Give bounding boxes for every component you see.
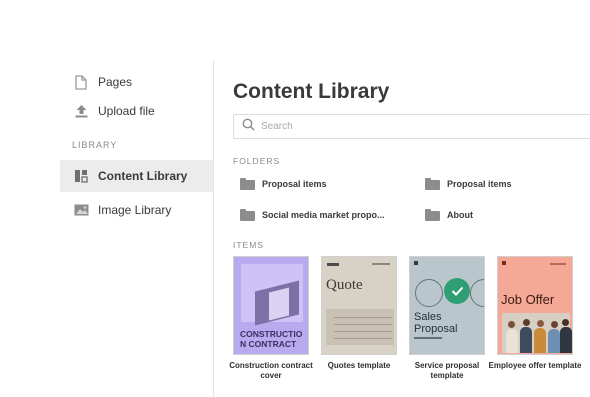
sidebar-item-upload-file[interactable]: Upload file (60, 95, 213, 127)
folder-item[interactable]: About (425, 209, 473, 221)
item-thumbnail-quotes[interactable]: Quote (321, 256, 397, 355)
sidebar-item-label: Upload file (98, 104, 155, 118)
page-title: Content Library (233, 80, 390, 103)
upload-icon (73, 103, 89, 119)
folder-label: Proposal items (447, 179, 512, 189)
item-caption: Employee offer template (488, 361, 582, 370)
content-library-icon (73, 168, 89, 184)
folder-icon (425, 178, 440, 190)
folder-label: Proposal items (262, 179, 327, 189)
quote-table-graphic (326, 309, 394, 345)
sidebar-item-image-library[interactable]: Image Library (60, 194, 213, 226)
header-line (372, 263, 390, 265)
items-section-label: ITEMS (233, 240, 264, 250)
sidebar-item-label: Pages (98, 75, 133, 89)
item-caption: Construction contract cover (229, 361, 313, 380)
thumbnail-text: Quote (326, 277, 363, 293)
team-photo (502, 313, 572, 353)
folder-icon (240, 178, 255, 190)
sidebar: Pages Upload file LIBRARY Content Librar… (60, 0, 214, 397)
sidebar-item-pages[interactable]: Pages (60, 66, 213, 98)
header-line (550, 263, 566, 265)
building-image (241, 264, 303, 326)
thumbnail-text: CONSTRUCTIO N CONTRACT (240, 329, 303, 349)
selected-check-icon[interactable] (444, 278, 470, 304)
logo-mark (414, 261, 418, 265)
folder-icon (425, 209, 440, 221)
item-caption: Quotes template (327, 361, 391, 370)
sidebar-item-label: Image Library (98, 203, 172, 217)
item-thumbnail-construction-contract[interactable]: CONSTRUCTIO N CONTRACT (233, 256, 309, 355)
library-section-label: LIBRARY (72, 140, 118, 150)
item-thumbnail-employee-offer[interactable]: Job Offer (497, 256, 573, 355)
folder-item[interactable]: Proposal items (425, 178, 512, 190)
search-box[interactable] (233, 114, 590, 139)
search-icon (242, 118, 255, 136)
folder-icon (240, 209, 255, 221)
circle-graphic (470, 279, 484, 307)
subtitle-line (414, 337, 442, 339)
folder-item[interactable]: Proposal items (240, 178, 327, 190)
sidebar-divider (213, 60, 214, 397)
folder-item[interactable]: Social media market propo... (240, 209, 385, 221)
sidebar-item-label: Content Library (98, 169, 188, 183)
page-icon (73, 74, 89, 90)
circle-graphic (415, 279, 443, 307)
folders-section-label: FOLDERS (233, 156, 281, 166)
folder-label: Social media market propo... (262, 210, 385, 220)
logo-mark (502, 261, 506, 265)
item-caption: Service proposal template (414, 361, 480, 380)
folder-label: About (447, 210, 473, 220)
item-thumbnail-service-proposal[interactable]: Sales Proposal (409, 256, 485, 355)
thumbnail-text: Job Offer (501, 292, 555, 307)
thumbnail-text: Sales Proposal (414, 311, 458, 335)
logo-mark (327, 263, 339, 266)
image-icon (73, 202, 89, 218)
sidebar-item-content-library[interactable]: Content Library (60, 160, 213, 192)
search-input[interactable] (261, 121, 561, 132)
